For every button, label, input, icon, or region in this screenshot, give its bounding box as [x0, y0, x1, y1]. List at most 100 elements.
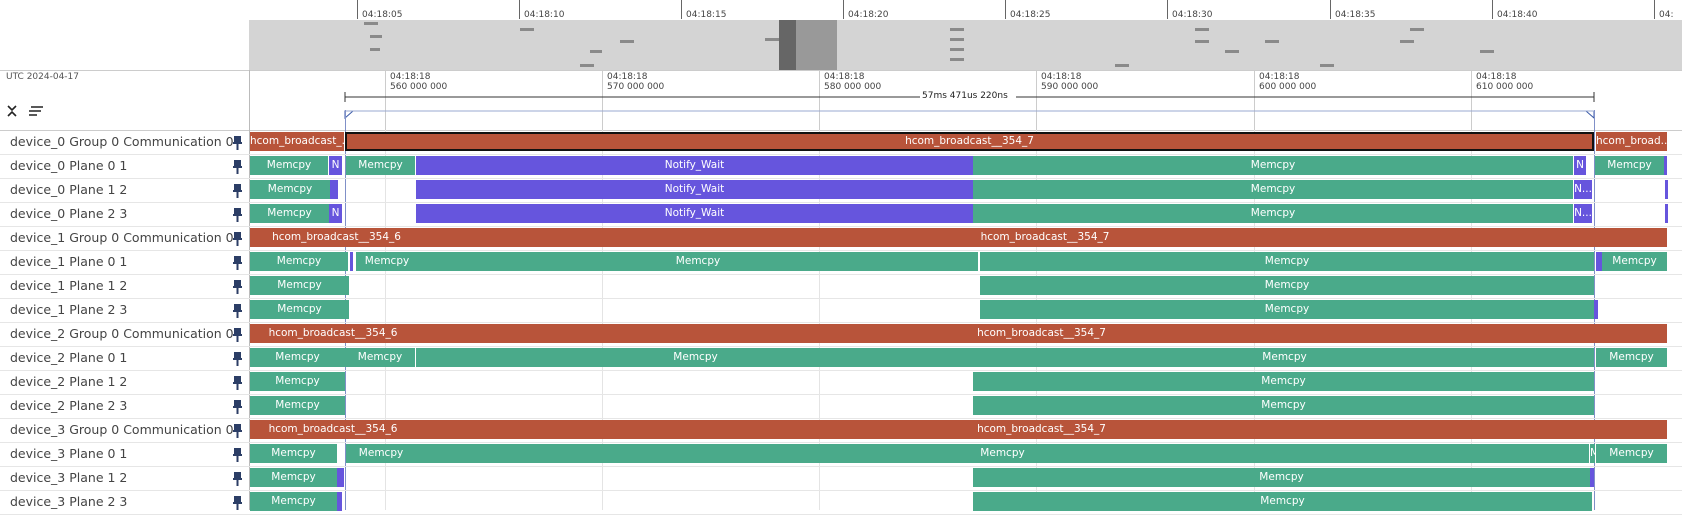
track-row[interactable]: device_3 Plane 2 3 Memcpy Memcpy [0, 490, 1682, 515]
notify-slice[interactable] [1664, 156, 1667, 175]
pin-icon[interactable] [233, 159, 242, 174]
memcpy-slice[interactable]: Memcpy [250, 300, 349, 319]
track-row[interactable]: device_1 Plane 0 1 Memcpy Memcpy Memcpy Memc… [0, 250, 1682, 275]
pin-icon[interactable] [233, 327, 242, 342]
pin-icon[interactable] [233, 447, 242, 462]
hcom-slice[interactable]: hcom_broadcast__354_6 [250, 228, 423, 247]
track-row[interactable]: device_2 Plane 0 1 Memcpy Memcpy Memcpy Memc… [0, 346, 1682, 371]
track-row[interactable]: device_1 Plane 2 3 Memcpy Memcpy [0, 298, 1682, 323]
memcpy-slice[interactable]: Memcpy [250, 444, 337, 463]
hcom-slice[interactable]: hcom_broadcast_... [250, 132, 344, 151]
pin-icon[interactable] [233, 495, 242, 510]
pin-icon[interactable] [233, 255, 242, 270]
pin-icon[interactable] [233, 135, 242, 150]
hcom-slice[interactable]: hcom_broadcast__354_6 [250, 420, 416, 439]
hcom-slice[interactable]: hcom_broadcast__354_7 [423, 228, 1667, 247]
hcom-slice[interactable]: hcom_broad... [1596, 132, 1667, 151]
memcpy-slice[interactable]: Memcpy [250, 276, 349, 295]
memcpy-slice[interactable]: Memcpy [418, 252, 978, 271]
hcom-slice[interactable]: hcom_broadcast__354_6 [250, 324, 416, 343]
memcpy-slice[interactable]: Memcpy [250, 492, 337, 511]
pin-icon[interactable] [233, 471, 242, 486]
track-row[interactable]: device_2 Plane 2 3 Memcpy Memcpy [0, 394, 1682, 419]
memcpy-slice[interactable]: Memcpy [980, 300, 1594, 319]
track-row[interactable]: device_0 Plane 1 2 Memcpy Notify_Wait Memcp… [0, 178, 1682, 203]
track-row[interactable]: device_0 Group 0 Communication 0 hcom_bro… [0, 130, 1682, 155]
notify-slice[interactable] [337, 468, 344, 487]
track-row[interactable]: device_0 Plane 2 3 Memcpy N Notify_Wait Memc… [0, 202, 1682, 227]
track-row[interactable]: device_2 Group 0 Communication 0 hcom_bro… [0, 322, 1682, 347]
memcpy-slice[interactable]: Memcpy [973, 372, 1594, 391]
memcpy-slice[interactable]: Memcpy [1596, 444, 1667, 463]
memcpy-slice[interactable]: Memcpy [973, 468, 1590, 487]
memcpy-slice[interactable]: Memcpy [250, 348, 345, 367]
memcpy-slice[interactable]: Memcpy [250, 156, 328, 175]
notify-slice[interactable]: N [1574, 156, 1586, 175]
notify-slice[interactable] [1665, 204, 1668, 223]
memcpy-slice[interactable]: Memcpy [345, 348, 415, 367]
memcpy-slice[interactable]: Memcpy [973, 180, 1573, 199]
pin-icon[interactable] [233, 183, 242, 198]
overview-window-handle[interactable] [796, 20, 837, 70]
hcom-slice[interactable]: hcom_broadcast__354_7 [416, 420, 1667, 439]
memcpy-slice[interactable]: Memcpy [1596, 348, 1667, 367]
pin-icon[interactable] [233, 231, 242, 246]
timeline-overview[interactable]: 04:18:05 04:18:10 04:18:15 04:18:20 04:18:25… [0, 0, 1682, 71]
memcpy-slice[interactable]: Memcpy [250, 252, 348, 271]
pin-icon[interactable] [233, 351, 242, 366]
overview-visible-window[interactable] [779, 20, 796, 70]
memcpy-slice[interactable]: Memcpy [416, 444, 1589, 463]
pin-icon[interactable] [233, 423, 242, 438]
memcpy-slice[interactable]: Memcpy [975, 348, 1594, 367]
pin-icon[interactable] [233, 303, 242, 318]
memcpy-slice[interactable]: Memcpy [356, 252, 418, 271]
track-row[interactable]: device_3 Plane 1 2 Memcpy Memcpy [0, 466, 1682, 491]
overview-track[interactable] [249, 20, 1682, 70]
memcpy-slice[interactable]: Memcpy [416, 348, 975, 367]
notify-slice[interactable] [330, 180, 338, 199]
time-ruler[interactable]: UTC 2024-04-17 04:18:18 560 000 000 04:18:… [0, 70, 1682, 131]
notify-slice[interactable]: N... [1574, 204, 1592, 223]
memcpy-slice[interactable]: Memcpy [980, 252, 1594, 271]
track-label: device_0 Group 0 Communication 0 [10, 134, 234, 149]
notify-slice[interactable] [337, 492, 342, 511]
memcpy-slice[interactable]: Memcpy [250, 468, 337, 487]
memcpy-slice[interactable]: Memcpy [250, 180, 330, 199]
memcpy-slice[interactable]: Memcpy [980, 276, 1594, 295]
notify-slice[interactable]: Notify_Wait [416, 180, 973, 199]
memcpy-slice[interactable]: Memcpy [973, 492, 1592, 511]
notify-slice[interactable]: N [329, 204, 342, 223]
pin-icon[interactable] [233, 207, 242, 222]
notify-slice[interactable] [1665, 180, 1668, 199]
hcom-slice[interactable]: hcom_broadcast__354_7 [345, 132, 1594, 151]
notify-slice[interactable] [350, 252, 353, 271]
memcpy-slice[interactable]: Memcpy [250, 396, 345, 415]
hcom-slice[interactable]: hcom_broadcast__354_7 [416, 324, 1667, 343]
track-row[interactable]: device_2 Plane 1 2 Memcpy Memcpy [0, 370, 1682, 395]
pin-icon[interactable] [233, 279, 242, 294]
memcpy-slice[interactable]: Memcpy [973, 156, 1573, 175]
memcpy-slice[interactable]: Memcpy [1602, 252, 1667, 271]
notify-slice[interactable]: N [329, 156, 342, 175]
track-row[interactable]: device_1 Group 0 Communication 0 hcom_bro… [0, 226, 1682, 251]
pin-icon[interactable] [233, 399, 242, 414]
memcpy-slice[interactable]: Memcpy [973, 396, 1594, 415]
memcpy-slice[interactable]: Memcpy [1595, 156, 1664, 175]
track-row[interactable]: device_3 Plane 0 1MemcpyMemcpyMemcpyMemc… [0, 442, 1682, 467]
track-row[interactable]: device_1 Plane 1 2 Memcpy Memcpy [0, 274, 1682, 299]
memcpy-slice[interactable]: Memcpy [346, 156, 415, 175]
notify-slice[interactable]: Notify_Wait [416, 156, 973, 175]
notify-slice[interactable] [1594, 300, 1598, 319]
notify-slice[interactable] [1590, 468, 1594, 487]
track-row[interactable]: device_3 Group 0 Communication 0 hcom_bro… [0, 418, 1682, 443]
memcpy-slice[interactable]: Memcpy [250, 204, 329, 223]
track-row[interactable]: device_0 Plane 0 1 Memcpy N Memcpy Notify_Wa… [0, 154, 1682, 179]
notify-slice[interactable]: N... [1574, 180, 1592, 199]
notify-slice[interactable]: Notify_Wait [416, 204, 973, 223]
pin-icon[interactable] [233, 375, 242, 390]
track-label: device_1 Plane 2 3 [10, 302, 128, 317]
memcpy-slice[interactable]: Memcpy [250, 372, 345, 391]
memcpy-slice[interactable]: Memcpy [973, 204, 1573, 223]
memcpy-slice[interactable]: Memcpy [346, 444, 416, 463]
memcpy-slice[interactable]: Memcpy [1590, 444, 1595, 463]
